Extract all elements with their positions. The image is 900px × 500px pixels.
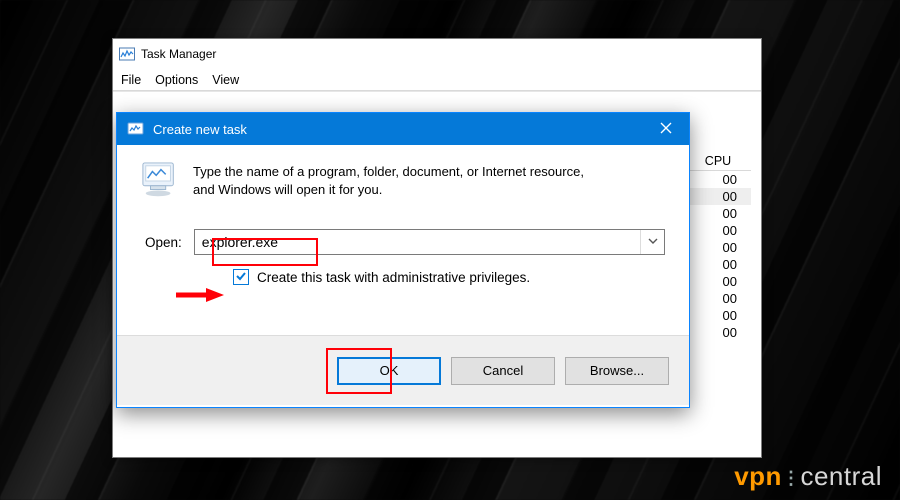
task-manager-icon [119,46,135,62]
browse-button[interactable]: Browse... [565,357,669,385]
cpu-cell: 00 [685,307,751,324]
chevron-down-icon [648,233,658,251]
cpu-cell: 00 [685,222,751,239]
watermark-separator-icon: ⋮ [782,468,801,489]
watermark: vpn ⋮ central [734,461,882,492]
open-label: Open: [145,235,182,250]
task-manager-title: Task Manager [141,47,216,61]
cpu-column-header[interactable]: CPU [685,152,751,171]
watermark-right: central [800,461,882,492]
close-icon [660,122,672,137]
dialog-footer: OK Cancel Browse... [117,335,689,405]
open-input[interactable] [202,234,638,250]
checkmark-icon [235,270,247,285]
task-manager-titlebar: Task Manager [113,39,761,69]
cpu-cell: 00 [685,324,751,341]
create-new-task-dialog: Create new task Type the name of a progr… [116,112,690,408]
admin-privileges-label: Create this task with administrative pri… [257,270,530,285]
menu-options[interactable]: Options [155,73,198,87]
cpu-column: CPU 00 00 00 00 00 00 00 00 00 00 [685,152,751,341]
cpu-cell: 00 [685,239,751,256]
dialog-titlebar[interactable]: Create new task [117,113,689,145]
cpu-cell: 00 [685,205,751,222]
dialog-body: Type the name of a program, folder, docu… [117,145,689,335]
watermark-left: vpn [734,461,782,492]
cpu-cell: 00 [685,171,751,188]
menu-view[interactable]: View [212,73,239,87]
run-program-icon [141,161,179,201]
menu-file[interactable]: File [121,73,141,87]
dialog-description: Type the name of a program, folder, docu… [193,161,593,201]
cpu-cell: 00 [685,273,751,290]
admin-privileges-checkbox[interactable] [233,269,249,285]
cancel-button[interactable]: Cancel [451,357,555,385]
task-manager-menubar: File Options View [113,69,761,91]
run-dialog-icon [127,120,145,138]
cpu-cell: 00 [685,188,751,205]
open-combobox[interactable] [194,229,665,255]
combobox-dropdown-button[interactable] [640,230,664,254]
cpu-cell: 00 [685,256,751,273]
close-button[interactable] [643,113,689,145]
cpu-cell: 00 [685,290,751,307]
dialog-title: Create new task [153,122,247,137]
ok-button[interactable]: OK [337,357,441,385]
